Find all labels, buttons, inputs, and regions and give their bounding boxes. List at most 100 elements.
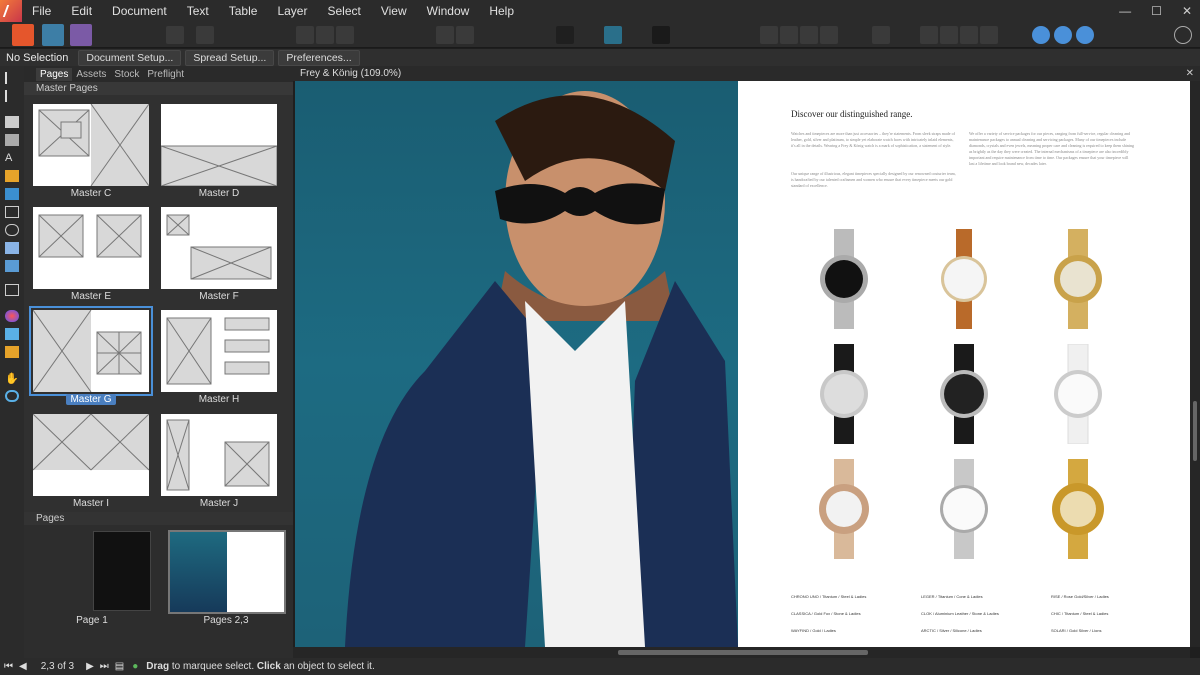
menu-layer[interactable]: Layer — [267, 4, 317, 18]
shape-icon[interactable] — [316, 26, 334, 44]
master-thumbnail-j[interactable] — [161, 414, 277, 496]
move-tool-icon[interactable] — [5, 72, 19, 84]
image-frame-icon[interactable] — [336, 26, 354, 44]
place-image-tool-icon[interactable] — [5, 242, 19, 254]
watch-rise[interactable] — [1048, 229, 1108, 329]
watch-chrono-uno[interactable] — [814, 229, 874, 329]
page-icon[interactable] — [166, 26, 184, 44]
rectangle-tool-icon[interactable] — [5, 188, 19, 200]
vertical-scrollbar[interactable] — [1190, 81, 1200, 647]
last-page-icon[interactable]: ⏭ — [100, 661, 109, 672]
master-thumbnail-e[interactable] — [33, 207, 149, 289]
book-icon[interactable] — [196, 26, 214, 44]
horizontal-scrollbar[interactable] — [293, 647, 1190, 658]
tab-preflight[interactable]: Preflight — [143, 68, 188, 81]
maximize-button[interactable]: ☐ — [1151, 4, 1162, 18]
document-setup-button[interactable]: Document Setup... — [78, 49, 182, 66]
hand-tool-icon[interactable]: ✋ — [5, 372, 19, 385]
boolean-subtract-icon[interactable] — [1054, 26, 1072, 44]
menu-text[interactable]: Text — [177, 4, 219, 18]
fill-tool-icon[interactable] — [5, 310, 19, 322]
artistic-text-tool-icon[interactable]: A — [5, 152, 19, 164]
view-mode-icon[interactable] — [604, 26, 622, 44]
menu-view[interactable]: View — [371, 4, 417, 18]
master-thumbnail-i[interactable] — [33, 414, 149, 496]
pages-header[interactable]: Pages — [24, 512, 293, 525]
watch-classica[interactable] — [814, 344, 874, 444]
prev-page-icon[interactable]: ◀ — [19, 661, 27, 672]
vertical-scroll-thumb[interactable] — [1193, 401, 1197, 461]
zoom-tool-icon[interactable] — [5, 390, 19, 402]
master-thumbnail-g[interactable] — [29, 306, 153, 396]
menu-window[interactable]: Window — [417, 4, 480, 18]
first-page-icon[interactable]: ⏮ — [4, 661, 13, 672]
color-picker-tool-icon[interactable] — [5, 346, 19, 358]
master-thumbnail-d[interactable] — [161, 104, 277, 186]
menu-select[interactable]: Select — [317, 4, 370, 18]
catalog-page[interactable]: Discover our distinguished range. Watche… — [738, 81, 1190, 647]
tab-stock[interactable]: Stock — [110, 68, 143, 81]
node-tool-icon[interactable] — [5, 90, 19, 102]
photo-persona-icon[interactable] — [70, 24, 92, 46]
distribute-icon[interactable] — [820, 26, 838, 44]
rotate-ccw-icon[interactable] — [980, 26, 998, 44]
pen-tool-icon[interactable] — [5, 170, 19, 182]
rotate-icon[interactable] — [960, 26, 978, 44]
snapping-magnet-icon[interactable] — [652, 26, 670, 44]
watch-wayfind[interactable] — [814, 459, 874, 559]
flip-v-icon[interactable] — [940, 26, 958, 44]
flip-h-icon[interactable] — [920, 26, 938, 44]
preview-mode-icon[interactable] — [556, 26, 574, 44]
arrange-icon[interactable] — [872, 26, 890, 44]
master-thumbnail-f[interactable] — [161, 207, 277, 289]
page-1-thumbnail[interactable] — [93, 531, 151, 611]
tab-pages[interactable]: Pages — [36, 67, 73, 81]
menu-document[interactable]: Document — [102, 4, 177, 18]
menu-help[interactable]: Help — [479, 4, 524, 18]
tab-assets[interactable]: Assets — [72, 68, 110, 81]
document-canvas[interactable]: Discover our distinguished range. Watche… — [293, 81, 1200, 658]
spread-setup-button[interactable]: Spread Setup... — [185, 49, 275, 66]
align-left-icon[interactable] — [760, 26, 778, 44]
pages-2-3-thumbnail[interactable] — [168, 530, 286, 614]
watch-chic[interactable] — [1048, 343, 1108, 445]
menu-table[interactable]: Table — [219, 4, 268, 18]
designer-persona-icon[interactable] — [42, 24, 64, 46]
transparency-tool-icon[interactable] — [5, 328, 19, 340]
watch-solari[interactable] — [1048, 459, 1108, 559]
picture-frame-rect-icon[interactable] — [5, 206, 19, 218]
crop-tool-icon[interactable] — [5, 284, 19, 296]
watch-clok[interactable] — [934, 344, 994, 444]
text-frame-icon[interactable] — [296, 26, 314, 44]
minimize-button[interactable]: — — [1119, 4, 1131, 18]
align-center-icon[interactable] — [780, 26, 798, 44]
watch-leger[interactable] — [934, 229, 994, 329]
master-thumbnail-h[interactable] — [161, 310, 277, 392]
document-tab[interactable]: Frey & König (109.0%) ✕ — [293, 66, 1200, 81]
model-photo[interactable] — [295, 81, 738, 647]
account-icon[interactable] — [1174, 26, 1192, 44]
anchor-icon[interactable] — [456, 26, 474, 44]
pin-icon[interactable] — [436, 26, 454, 44]
close-window-button[interactable]: ✕ — [1182, 4, 1192, 18]
page-options-icon[interactable]: ▤ — [115, 661, 124, 672]
align-right-icon[interactable] — [800, 26, 818, 44]
vector-crop-tool-icon[interactable] — [5, 260, 19, 272]
preferences-button[interactable]: Preferences... — [278, 49, 360, 66]
boolean-add-icon[interactable] — [1032, 26, 1050, 44]
publisher-persona-icon[interactable] — [12, 24, 34, 46]
menu-file[interactable]: File — [22, 4, 61, 18]
preflight-status-icon[interactable]: ● — [132, 661, 138, 672]
boolean-intersect-icon[interactable] — [1076, 26, 1094, 44]
next-page-icon[interactable]: ▶ — [86, 661, 94, 672]
status-bar: ⏮ ◀ 2,3 of 3 ▶ ⏭ ▤ ● Drag to marquee sel… — [0, 658, 1200, 675]
master-thumbnail-c[interactable] — [33, 104, 149, 186]
horizontal-scroll-thumb[interactable] — [618, 650, 868, 655]
menu-edit[interactable]: Edit — [61, 4, 102, 18]
close-document-icon[interactable]: ✕ — [1186, 68, 1194, 79]
table-tool-icon[interactable] — [5, 134, 19, 146]
picture-frame-ellipse-icon[interactable] — [5, 224, 19, 236]
frame-text-tool-icon[interactable] — [5, 116, 19, 128]
master-pages-header[interactable]: Master Pages — [24, 82, 293, 95]
watch-arctic[interactable] — [934, 459, 994, 559]
